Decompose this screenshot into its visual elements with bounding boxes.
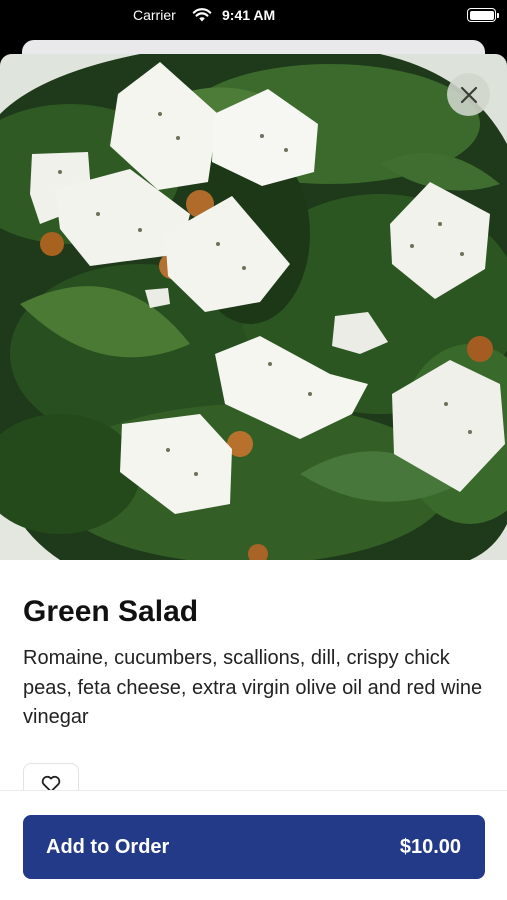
bottom-action-bar: Add to Order $10.00	[0, 790, 507, 900]
item-title: Green Salad	[23, 595, 199, 628]
close-button[interactable]	[447, 73, 490, 116]
salad-photo-graphic	[0, 54, 507, 560]
item-detail-sheet: Green Salad Romaine, cucumbers, scallion…	[0, 54, 507, 900]
wifi-icon	[192, 8, 212, 22]
screen: Carrier 9:41 AM Green Salad Romaine, cuc…	[0, 0, 507, 900]
add-to-order-button[interactable]: Add to Order $10.00	[23, 815, 485, 879]
item-price: $10.00	[399, 836, 461, 858]
battery-icon	[467, 8, 499, 22]
carrier-label: Carrier	[133, 7, 176, 23]
status-bar: Carrier 9:41 AM	[0, 0, 507, 32]
close-icon	[460, 86, 477, 103]
salad-photo	[0, 54, 507, 560]
add-to-order-label: Add to Order	[46, 836, 170, 858]
clock-time: 9:41 AM	[222, 7, 276, 23]
item-description: Romaine, cucumbers, scallions, dill, cri…	[23, 647, 483, 728]
